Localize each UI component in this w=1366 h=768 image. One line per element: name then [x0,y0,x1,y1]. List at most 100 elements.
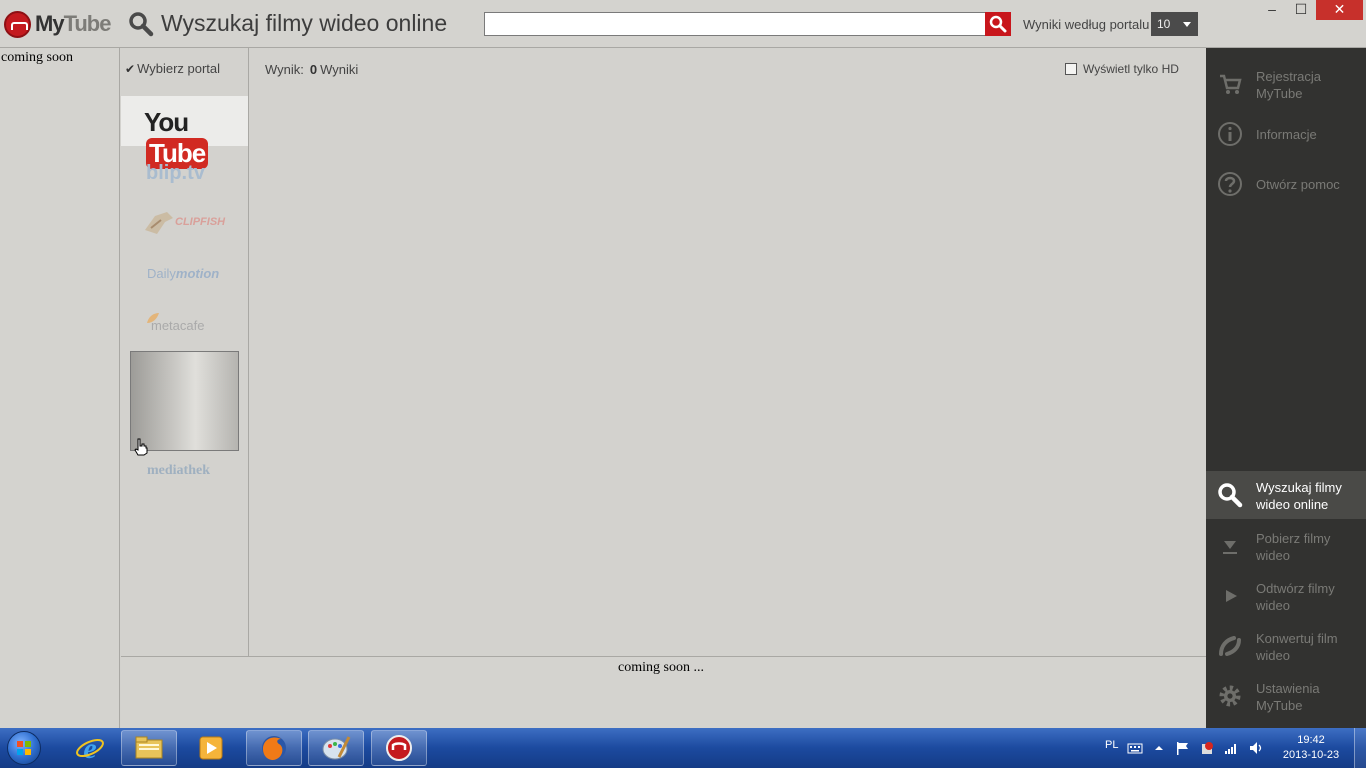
sidebar-item-search-videos[interactable]: Wyszukaj filmy wideo online [1206,471,1366,519]
results-per-portal-select[interactable]: 10 [1151,12,1198,36]
gear-icon [1219,685,1241,707]
start-button[interactable] [4,730,46,766]
choose-portal-header[interactable]: ✔ Wybierz portal [125,61,220,76]
dailymotion-logo-motion: motion [175,266,220,281]
results-area: Wynik: 0 Wyniki Wyświetl tylko HD [249,48,1206,656]
volume-icon[interactable] [1248,740,1264,756]
portal-clipfish[interactable]: CLIPFISH [121,198,248,248]
close-button[interactable]: ✕ [1316,0,1363,20]
paint-icon [322,736,351,760]
mytube-logo: MyTube [4,9,116,41]
network-signal-icon[interactable] [1223,740,1239,756]
play-icon [1226,590,1237,602]
help-icon [1218,172,1242,196]
portal-mediathek[interactable] [130,351,239,451]
info-icon [1218,122,1242,146]
sidebar-item-label: Pobierz filmy wideo [1256,531,1331,563]
checkmark-icon: ✔ [125,62,136,76]
windows-logo-icon [7,731,41,765]
ie-icon: e [76,733,104,763]
action-center-flag-icon[interactable] [1175,740,1191,756]
mytube-icon [386,735,412,761]
sidebar-item-label: Wyszukaj filmy wideo online [1256,480,1342,512]
taskbar-windows-explorer[interactable] [121,730,177,766]
clipfish-logo: CLIPFISH [175,216,226,228]
sidebar-item-label: Rejestracja MyTube [1256,69,1322,101]
cart-icon [1220,74,1242,94]
sidebar-item-download-videos[interactable]: Pobierz filmy wideo [1206,522,1366,570]
left-panel: coming soon [0,48,120,728]
folder-icon [135,736,163,759]
search-icon [1218,483,1243,508]
sidebar-item-label: Konwertuj film wideo [1256,631,1338,663]
dailymotion-logo: Dailymotion [147,266,219,281]
mytube-logo-text: MyTube [35,11,112,37]
youtube-logo-you: You [144,107,189,137]
sidebar-item-help[interactable]: Otwórz pomoc [1206,160,1366,208]
show-hidden-icons-icon[interactable] [1151,740,1167,756]
search-input[interactable] [484,12,986,36]
sidebar-item-settings[interactable]: Ustawienia MyTube [1206,672,1366,720]
hand-cursor-icon [133,438,149,461]
title-bar: MyTube Wyszukaj filmy wideo online Wynik… [0,0,1366,48]
results-per-portal-label: Wyniki według portalu [1023,17,1150,32]
taskbar-mytube[interactable] [371,730,427,766]
download-icon [1223,541,1237,554]
clock-time: 19:42 [1297,734,1325,746]
metacafe-logo: metacafe [151,318,205,333]
bottom-coming-soon-text: coming soon ... [618,660,704,675]
keyboard-icon[interactable] [1127,740,1143,756]
bottom-panel: coming soon ... [121,656,1206,728]
convert-icon [1219,636,1241,656]
media-player-icon [199,736,223,760]
svg-text:e: e [83,733,96,763]
portal-youtube[interactable]: YouTube [121,96,248,169]
sidebar-item-label: Informacje [1256,127,1317,142]
search-button[interactable] [985,12,1011,36]
result-count-label: Wynik: [265,62,304,77]
portal-blip-tv[interactable]: blip.tv [121,148,248,198]
hd-only-label[interactable]: Wyświetl tylko HD [1083,62,1179,76]
firefox-icon [262,736,286,760]
blip-tv-logo: blip.tv [146,162,205,184]
sidebar-item-play-videos[interactable]: Odtwórz filmy wideo [1206,572,1366,620]
coming-soon-text: coming soon [1,50,73,65]
result-count-value: 0 [309,62,318,77]
result-count-unit: Wyniki [320,62,359,77]
maximize-button[interactable]: ☐ [1287,0,1315,20]
system-clock[interactable]: 19:42 2013-10-23 [1276,733,1346,763]
chevron-down-icon [1183,22,1191,27]
hd-only-checkbox[interactable] [1065,63,1077,75]
sidebar-item-info[interactable]: Informacje [1206,110,1366,158]
page-title: Wyszukaj filmy wideo online [161,10,448,36]
choose-portal-label: Wybierz portal [137,61,221,76]
search-icon [129,12,154,37]
logo-text-my: My [35,11,65,36]
logo-text-tube: Tube [63,11,112,36]
result-count: Wynik: 0 Wyniki [265,62,358,77]
dailymotion-logo-daily: Daily [147,266,176,281]
portal-metacafe[interactable]: metacafe [121,300,248,350]
sidebar-item-label: Ustawienia MyTube [1256,681,1320,713]
language-indicator[interactable]: PL [1105,739,1118,751]
taskbar-firefox[interactable] [246,730,302,766]
search-icon [989,15,1007,33]
portal-dailymotion[interactable]: Dailymotion [121,248,248,298]
portal-list: ✔ Wybierz portal YouTube blip.tv CLIPFISH… [121,48,249,656]
results-per-portal-value: 10 [1157,17,1171,31]
windows-taskbar: e PL 19:42 2013-10-23 [0,728,1366,768]
taskbar-paint[interactable] [308,730,364,766]
sidebar-item-convert-video[interactable]: Konwertuj film wideo [1206,622,1366,670]
taskbar-media-player[interactable] [183,730,239,766]
security-alert-icon[interactable] [1199,740,1215,756]
sidebar-item-label: Odtwórz filmy wideo [1256,581,1335,613]
clock-date: 2013-10-23 [1282,749,1340,761]
mediathek-logo: mediathek [147,463,210,478]
taskbar-internet-explorer[interactable]: e [62,730,118,766]
show-desktop-button[interactable] [1354,728,1366,768]
sidebar-item-label: Otwórz pomoc [1256,177,1340,192]
minimize-button[interactable]: – [1258,0,1286,20]
right-sidebar: Rejestracja MyTube Informacje Otwórz pom… [1206,48,1366,728]
mytube-logo-mark [4,11,31,38]
sidebar-item-register[interactable]: Rejestracja MyTube [1206,60,1366,108]
